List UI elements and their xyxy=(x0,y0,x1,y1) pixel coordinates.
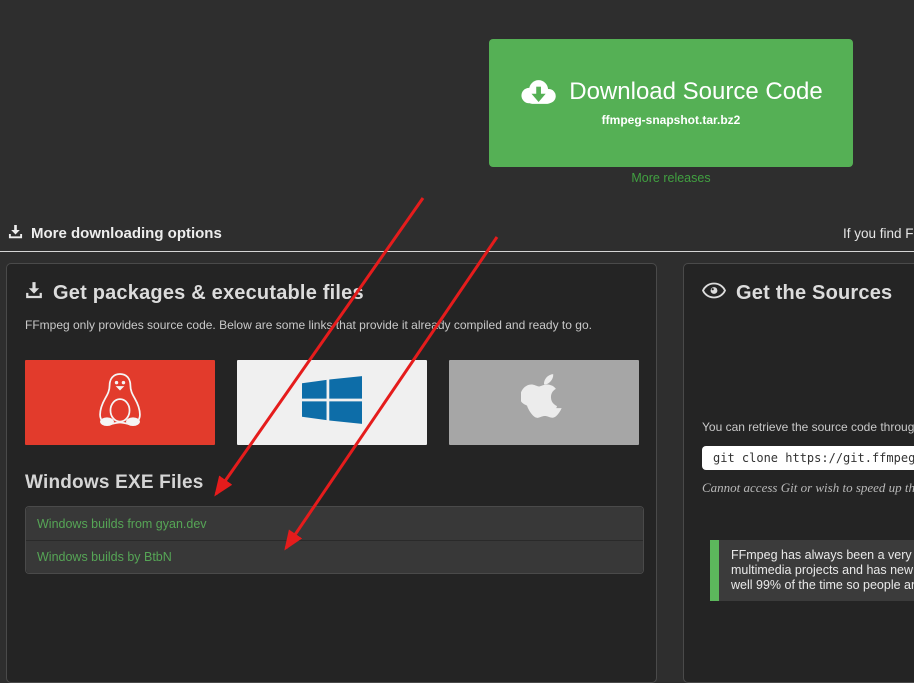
download-source-code-button[interactable]: Download Source Code ffmpeg-snapshot.tar… xyxy=(489,39,853,167)
section-divider xyxy=(0,251,914,252)
link-windows-builds-gyan[interactable]: Windows builds from gyan.dev xyxy=(26,507,643,540)
link-windows-builds-btbn[interactable]: Windows builds by BtbN xyxy=(26,540,643,573)
git-tarball-note: Cannot access Git or wish to speed up th… xyxy=(702,480,914,496)
sources-intro-text: You can retrieve the source code through… xyxy=(702,420,914,434)
packages-panel-description: FFmpeg only provides source code. Below … xyxy=(25,318,644,332)
blockquote-line: FFmpeg has always been a very experiment… xyxy=(731,548,914,563)
eye-icon xyxy=(702,281,726,305)
more-downloading-options-heading: More downloading options xyxy=(8,224,222,243)
donate-note: If you find FFmpeg useful, you are welco… xyxy=(843,226,914,241)
download-button-title: Download Source Code xyxy=(569,79,823,105)
download-icon xyxy=(25,281,43,305)
sources-panel: Get the Sources You can retrieve the sou… xyxy=(683,263,914,683)
sources-panel-title: Get the Sources xyxy=(702,281,914,305)
windows-builds-list: Windows builds from gyan.dev Windows bui… xyxy=(25,506,644,574)
windows-exe-files-heading: Windows EXE Files xyxy=(25,471,644,494)
packages-panel-title: Get packages & executable files xyxy=(25,281,644,305)
blockquote-line: well 99% of the time so people are not a… xyxy=(731,578,914,593)
mac-platform-button[interactable] xyxy=(449,360,639,445)
apple-logo-icon xyxy=(521,373,567,432)
linux-tux-icon xyxy=(94,371,146,434)
windows-logo-icon xyxy=(302,376,362,429)
download-icon xyxy=(8,224,23,243)
blockquote-line: multimedia projects and has new features… xyxy=(731,563,914,578)
download-button-filename: ffmpeg-snapshot.tar.bz2 xyxy=(602,113,741,127)
more-downloading-options-label: More downloading options xyxy=(31,225,222,242)
packages-panel: Get packages & executable files FFmpeg o… xyxy=(6,263,657,683)
git-clone-command: git clone https://git.ffmpeg.org/ffmpeg.… xyxy=(702,446,914,470)
linux-platform-button[interactable] xyxy=(25,360,215,445)
windows-platform-button[interactable] xyxy=(237,360,427,445)
platform-boxes xyxy=(25,360,644,445)
more-releases-link[interactable]: More releases xyxy=(489,171,853,185)
cloud-download-icon xyxy=(519,79,557,105)
snapshot-blockquote: FFmpeg has always been a very experiment… xyxy=(710,540,914,601)
